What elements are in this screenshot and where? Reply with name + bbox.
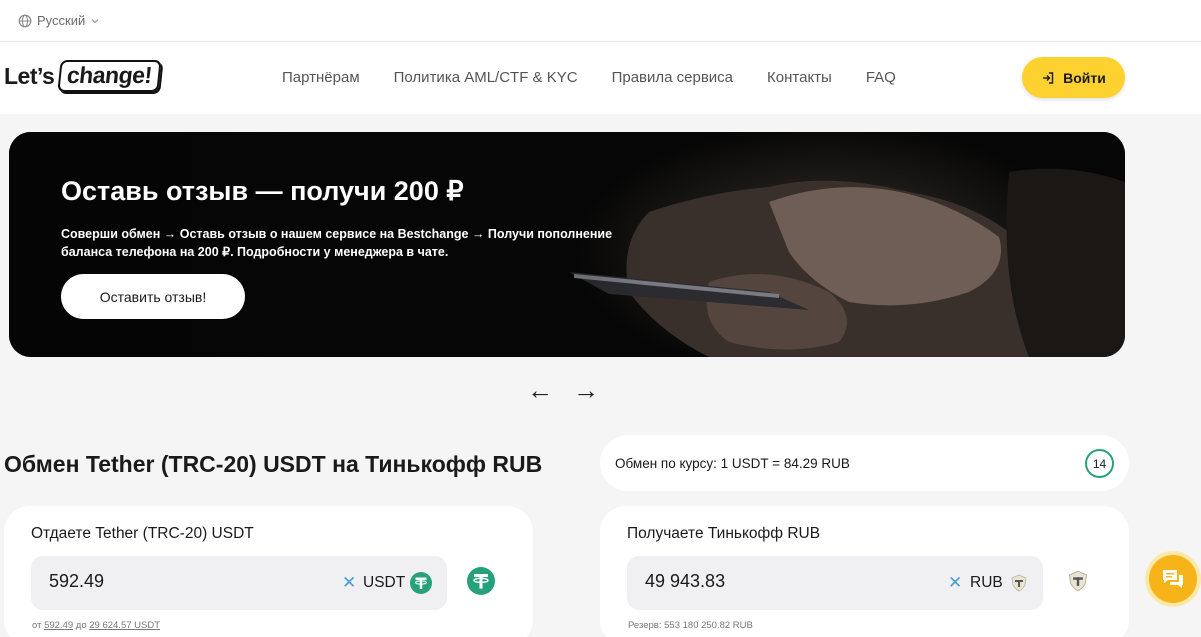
min-prefix: от — [32, 620, 42, 631]
rate-timer: 14 — [1085, 449, 1114, 478]
rate-box: Обмен по курсу: 1 USDT = 84.29 RUB 14 — [600, 435, 1129, 491]
main-nav: Партнёрам Политика AML/CTF & KYC Правила… — [282, 69, 930, 86]
page-title: Обмен Tether (TRC-20) USDT на Тинькофф R… — [4, 451, 543, 477]
give-currency: USDT — [363, 574, 406, 591]
max-prefix: до — [75, 620, 87, 631]
max-amount-link[interactable]: 29 624.57 USDT — [89, 620, 160, 631]
chat-button-inner — [1149, 555, 1197, 603]
banner-title: Оставь отзыв — получи 200 ₽ — [61, 176, 464, 206]
get-currency: RUB — [970, 574, 1003, 591]
arrow-left-icon[interactable]: ← — [527, 377, 553, 403]
carousel-controls: ← → — [527, 377, 599, 403]
tinkoff-select-icon[interactable] — [1067, 570, 1089, 592]
get-label: Получаете Тинькофф RUB — [627, 525, 821, 542]
nav-faq[interactable]: FAQ — [866, 69, 896, 86]
get-card: Получаете Тинькофф RUB ✕ RUB Резерв: 553… — [600, 506, 1129, 637]
get-field: ✕ RUB — [627, 556, 1043, 610]
give-amount-input[interactable] — [49, 571, 299, 592]
promo-banner: Оставь отзыв — получи 200 ₽ Соверши обме… — [9, 132, 1125, 357]
min-amount-link[interactable]: 592.49 — [44, 620, 73, 631]
logo-text-lets: Let’s — [4, 62, 55, 89]
give-label: Отдаете Tether (TRC-20) USDT — [31, 525, 254, 542]
nav-rules[interactable]: Правила сервиса — [612, 69, 733, 86]
tinkoff-icon — [1011, 574, 1027, 592]
chevron-down-icon — [91, 18, 99, 23]
tether-select-icon[interactable] — [467, 567, 495, 595]
arrow-right-icon[interactable]: → — [573, 377, 599, 403]
reserve-text: Резерв: 553 180 250.82 RUB — [628, 620, 753, 631]
leave-review-button[interactable]: Оставить отзыв! — [61, 274, 245, 319]
chat-button[interactable] — [1145, 551, 1201, 607]
give-card: Отдаете Tether (TRC-20) USDT ✕ USDT от 5… — [4, 506, 533, 637]
logo-text-change: change! — [57, 60, 162, 92]
language-selector[interactable]: Русский — [18, 13, 100, 28]
login-label: Войти — [1063, 69, 1106, 86]
language-bar: Русский — [0, 0, 1201, 42]
globe-icon — [18, 14, 32, 27]
get-amount-input[interactable] — [645, 571, 895, 592]
give-limits: от 592.49 до 29 624.57 USDT — [32, 620, 160, 631]
give-field: ✕ USDT — [31, 556, 447, 610]
clear-icon[interactable]: ✕ — [342, 573, 356, 593]
nav-partners[interactable]: Партнёрам — [282, 69, 360, 86]
banner-text: Соверши обмен → Оставь отзыв о нашем сер… — [61, 227, 613, 259]
login-icon — [1043, 71, 1054, 84]
language-label: Русский — [37, 13, 86, 28]
nav-aml-policy[interactable]: Политика AML/CTF & KYC — [394, 69, 578, 86]
site-header: Let’s change! Партнёрам Политика AML/CTF… — [0, 42, 1201, 114]
nav-contacts[interactable]: Контакты — [767, 69, 832, 86]
clear-icon[interactable]: ✕ — [948, 573, 962, 593]
logo[interactable]: Let’s change! — [4, 60, 162, 92]
login-button[interactable]: Войти — [1022, 57, 1125, 98]
tether-icon — [410, 572, 432, 594]
chat-icon — [1163, 570, 1183, 588]
exchange-rate: Обмен по курсу: 1 USDT = 84.29 RUB — [615, 456, 850, 471]
